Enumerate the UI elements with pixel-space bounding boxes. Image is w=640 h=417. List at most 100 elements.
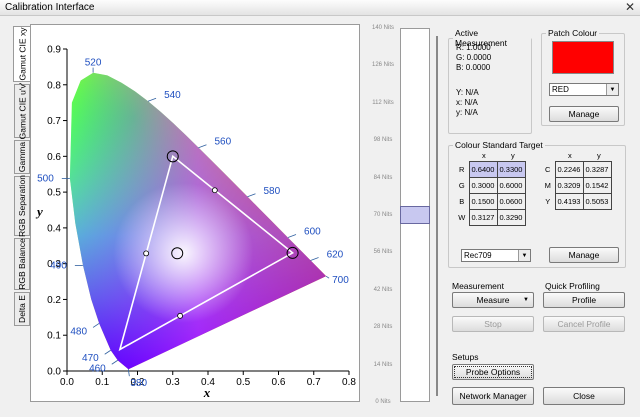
row-label: B (459, 197, 465, 206)
close-icon[interactable]: ✕ (625, 0, 635, 14)
y-tick-label: 0.9 (47, 45, 61, 56)
measured-b: B: 0.0000 (456, 63, 491, 72)
row-label: C (545, 165, 551, 174)
table-row: W 0.3127 0.3290 (455, 209, 526, 226)
nits-tick-label: 84 Nits (373, 174, 393, 181)
x-tick-label: 0.1 (95, 377, 109, 388)
row-label: W (458, 213, 466, 222)
tab-gamma[interactable]: Gamma (14, 140, 30, 174)
patch-colour-swatch (552, 41, 614, 74)
wavelength-tick (92, 323, 100, 328)
tab-rgb-separation[interactable]: RGB Separation (14, 175, 30, 237)
primary-r-x[interactable]: 0.6400 (468, 161, 498, 178)
primary-r-y[interactable]: 0.3300 (496, 161, 526, 178)
patch-colour-select[interactable]: RED ▼ (549, 83, 619, 96)
tab-gamut-cie-xy[interactable]: Gamut CIE xy (13, 26, 31, 82)
y-tick-label: 0.5 (47, 188, 61, 199)
patch-manage-button[interactable]: Manage (549, 106, 619, 122)
nits-tick-label: 0 Nits (375, 399, 391, 405)
tab-gamut-cie-uv[interactable]: Gamut CIE u'v' (14, 82, 30, 140)
standard-manage-button[interactable]: Manage (549, 247, 619, 263)
nits-tick-label: 28 Nits (373, 324, 393, 331)
wavelength-tick (127, 369, 130, 377)
wavelength-tick (104, 349, 111, 355)
nits-tick-label: 140 Nits (371, 25, 394, 31)
primary-g-x[interactable]: 0.3000 (468, 177, 498, 194)
wavelength-label: 560 (214, 137, 231, 148)
probe-options-button[interactable]: Probe Options (452, 364, 534, 380)
tab-label: Delta E (17, 295, 27, 323)
secondary-y-x[interactable]: 0.4193 (554, 193, 584, 210)
patch-colour-legend: Patch Colour (548, 28, 598, 38)
close-button[interactable]: Close (543, 387, 625, 405)
nits-tick-label: 126 Nits (371, 62, 394, 69)
chevron-down-icon: ▼ (523, 297, 529, 303)
secondary-c-x[interactable]: 0.2246 (554, 161, 584, 178)
y-axis-label: y (35, 204, 43, 219)
tab-label: Gamut CIE u'v' (17, 82, 27, 140)
secondary-m-y[interactable]: 0.1542 (582, 177, 612, 194)
wavelength-tick (247, 193, 256, 198)
measure-button[interactable]: Measure ▼ (452, 292, 534, 308)
wavelength-label: 470 (82, 353, 99, 364)
table-row: Y 0.4193 0.5053 (541, 193, 612, 210)
secondary-m-x[interactable]: 0.3209 (554, 177, 584, 194)
nits-tick-label: 14 Nits (373, 361, 393, 368)
primaries-x-header: x (482, 151, 486, 160)
x-tick-label: 0.6 (272, 377, 286, 388)
y-tick-label: 0.8 (47, 80, 61, 91)
colour-standard-legend: Colour Standard Target (455, 140, 543, 150)
setups-label: Setups (452, 352, 479, 362)
chevron-down-icon: ▼ (606, 84, 618, 95)
wavelength-tick (147, 97, 157, 102)
colour-standard-select[interactable]: Rec709 ▼ (461, 249, 531, 262)
wavelength-label: 600 (304, 227, 321, 238)
wavelength-tick (325, 275, 330, 279)
x-tick-label: 0.0 (60, 377, 74, 388)
primary-g-y[interactable]: 0.6000 (496, 177, 526, 194)
tab-rgb-balance[interactable]: RGB Balance (14, 238, 30, 290)
wavelength-tick (198, 144, 207, 149)
wavelength-label: 380 (130, 378, 147, 389)
wavelength-label: 540 (164, 90, 181, 101)
measured-x: x: N/A (456, 98, 478, 107)
secondaries-x-header: x (568, 151, 572, 160)
nits-tick-label: 56 Nits (373, 249, 393, 256)
x-tick-label: 0.5 (236, 377, 250, 388)
y-tick-label: 0.6 (47, 152, 61, 163)
nits-scale: 140 Nits 126 Nits 112 Nits 98 Nits 84 Nits 70… (368, 22, 398, 408)
patch-colour-value: RED (552, 85, 569, 94)
primary-b-x[interactable]: 0.1500 (468, 193, 498, 210)
table-row: G 0.3000 0.6000 (455, 177, 526, 194)
primary-w-y[interactable]: 0.3290 (496, 209, 526, 226)
wavelength-label: 490 (50, 260, 67, 271)
secondary-target-point (143, 250, 150, 257)
table-row: B 0.1500 0.0600 (455, 193, 526, 210)
stop-button[interactable]: Stop (452, 316, 534, 332)
measured-r: R: 1.0000 (456, 43, 491, 52)
wavelength-label: 700 (332, 275, 349, 286)
primary-w-x[interactable]: 0.3127 (468, 209, 498, 226)
secondary-c-y[interactable]: 0.3287 (582, 161, 612, 178)
luminance-slider[interactable] (400, 206, 430, 224)
tab-delta-e[interactable]: Delta E (14, 292, 30, 326)
y-tick-label: 0.4 (47, 223, 61, 234)
primary-b-y[interactable]: 0.0600 (496, 193, 526, 210)
cie-xy-chart: 0.0 0.1 0.2 0.3 0.4 0.5 0.6 0.7 0.80.00.10.20.30… (35, 45, 356, 401)
secondary-y-y[interactable]: 0.5053 (582, 193, 612, 210)
y-tick-label: 0.1 (47, 331, 61, 342)
secondary-target-point (177, 312, 184, 319)
cancel-profile-button[interactable]: Cancel Profile (543, 316, 625, 332)
slider-rail (436, 36, 438, 396)
row-label: R (459, 165, 465, 174)
tab-label: Gamut CIE xy (17, 27, 27, 81)
y-tick-label: 0.0 (47, 367, 61, 378)
table-row: R 0.6400 0.3300 (455, 161, 526, 178)
wavelength-tick (111, 359, 118, 365)
network-manager-button[interactable]: Network Manager (452, 387, 534, 405)
profile-button[interactable]: Profile (543, 292, 625, 308)
wavelength-label: 460 (89, 363, 106, 374)
wavelength-label: 500 (37, 174, 54, 185)
secondary-target-point (211, 187, 218, 194)
x-tick-label: 0.7 (307, 377, 321, 388)
